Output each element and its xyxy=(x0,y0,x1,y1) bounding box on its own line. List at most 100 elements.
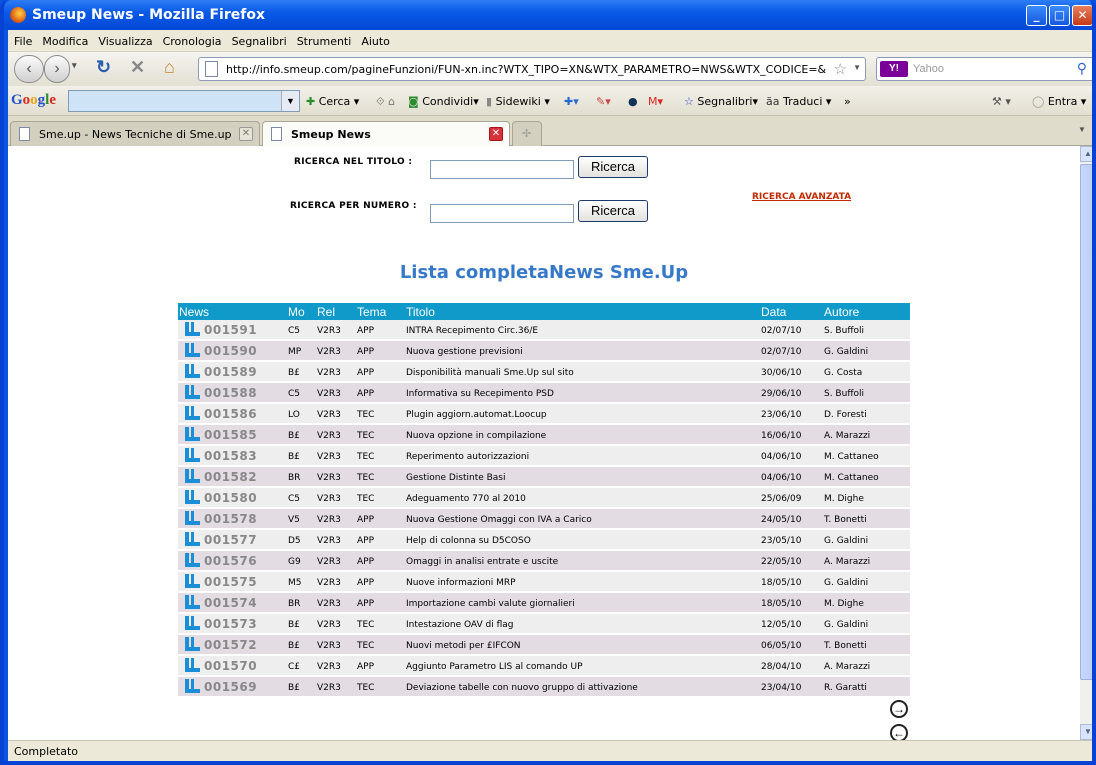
bookmark-star-icon[interactable]: ☆ xyxy=(834,60,847,78)
table-row[interactable]: 001570 C£ V2R3 APP Aggiunto Parametro LIS al… xyxy=(178,656,910,677)
news-icon[interactable] xyxy=(185,595,200,609)
plus-icon[interactable]: ✚▾ xyxy=(564,95,579,108)
vertical-scrollbar[interactable]: ▲ ▼ xyxy=(1080,146,1092,740)
news-number[interactable]: 001589 xyxy=(204,365,257,379)
table-row[interactable]: 001575 M5 V2R3 APP Nuove informazioni MRP 18/… xyxy=(178,572,910,593)
news-number[interactable]: 001582 xyxy=(204,470,257,484)
pagerank-icon[interactable]: ⟐ ⌂ xyxy=(376,95,395,109)
table-row[interactable]: 001591 C5 V2R3 APP INTRA Recepimento Circ.36… xyxy=(178,320,910,341)
address-url[interactable]: http://info.smeup.com/pagineFunzioni/FUN… xyxy=(226,63,826,76)
news-number[interactable]: 001578 xyxy=(204,512,257,526)
news-icon[interactable] xyxy=(185,616,200,630)
table-row[interactable]: 001572 B£ V2R3 TEC Nuovi metodi per £IFCON 06… xyxy=(178,635,910,656)
google-search-input[interactable]: ▼ xyxy=(68,90,300,112)
table-row[interactable]: 001580 C5 V2R3 TEC Adeguamento 770 al 2010 25… xyxy=(178,488,910,509)
tab-smeup-news[interactable]: Smeup News ✕ xyxy=(262,121,510,147)
search-placeholder[interactable]: Yahoo xyxy=(913,63,944,75)
menu-aiuto[interactable]: Aiuto xyxy=(361,35,390,48)
menu-visualizza[interactable]: Visualizza xyxy=(98,35,152,48)
table-row[interactable]: 001583 B£ V2R3 TEC Reperimento autorizzazion… xyxy=(178,446,910,467)
news-icon[interactable] xyxy=(185,364,200,378)
menu-modifica[interactable]: Modifica xyxy=(42,35,88,48)
news-icon[interactable] xyxy=(185,448,200,462)
google-entra[interactable]: ◯ Entra ▾ xyxy=(1032,95,1086,108)
news-number[interactable]: 001569 xyxy=(204,680,257,694)
news-number[interactable]: 001576 xyxy=(204,554,257,568)
google-cerca[interactable]: ✚ Cerca ▾ xyxy=(306,95,359,108)
google-traduci[interactable]: ãa Traduci ▾ xyxy=(766,95,831,108)
stop-icon[interactable]: ✕ xyxy=(130,57,145,78)
prev-page-icon[interactable]: ← xyxy=(890,724,908,740)
back-button[interactable]: ‹ xyxy=(14,55,44,83)
chevron-down-icon[interactable]: ▼ xyxy=(281,91,299,111)
maximize-button[interactable]: □ xyxy=(1049,5,1070,26)
minimize-button[interactable]: _ xyxy=(1026,5,1047,26)
table-row[interactable]: 001573 B£ V2R3 TEC Intestazione OAV di flag 1… xyxy=(178,614,910,635)
news-icon[interactable] xyxy=(185,343,200,357)
table-row[interactable]: 001586 LO V2R3 TEC Plugin aggiorn.automat.Lo… xyxy=(178,404,910,425)
search-icon[interactable]: ⚲ xyxy=(1077,60,1087,77)
news-number[interactable]: 001572 xyxy=(204,638,257,652)
number-search-button[interactable]: Ricerca xyxy=(578,200,648,222)
news-icon[interactable] xyxy=(185,490,200,504)
search-bar[interactable]: Y! Yahoo ⚲ xyxy=(876,57,1092,81)
close-button[interactable]: ✕ xyxy=(1072,5,1092,26)
news-icon[interactable] xyxy=(185,637,200,651)
advanced-search-link[interactable]: RICERCA AVANZATA xyxy=(752,192,851,202)
new-tab-button[interactable]: ✢ xyxy=(512,121,542,146)
reload-icon[interactable]: ↻ xyxy=(96,57,111,78)
news-number[interactable]: 001575 xyxy=(204,575,257,589)
menu-strumenti[interactable]: Strumenti xyxy=(297,35,352,48)
news-number[interactable]: 001574 xyxy=(204,596,257,610)
google-segnalibri[interactable]: ☆ Segnalibri▾ xyxy=(684,95,758,108)
news-icon[interactable] xyxy=(185,427,200,441)
wrench-icon[interactable]: ⚒ ▾ xyxy=(992,95,1011,108)
news-icon[interactable] xyxy=(185,322,200,336)
toolbar-overflow[interactable]: » xyxy=(844,95,851,108)
table-row[interactable]: 001588 C5 V2R3 APP Informativa su Recepiment… xyxy=(178,383,910,404)
scroll-down-icon[interactable]: ▼ xyxy=(1080,724,1092,740)
news-number[interactable]: 001590 xyxy=(204,344,257,358)
table-row[interactable]: 001576 G9 V2R3 APP Omaggi in analisi entrate… xyxy=(178,551,910,572)
news-number[interactable]: 001580 xyxy=(204,491,257,505)
table-row[interactable]: 001578 V5 V2R3 APP Nuova Gestione Omaggi con… xyxy=(178,509,910,530)
news-icon[interactable] xyxy=(185,406,200,420)
menu-segnalibri[interactable]: Segnalibri xyxy=(232,35,287,48)
news-icon[interactable] xyxy=(185,511,200,525)
table-row[interactable]: 001569 B£ V2R3 TEC Deviazione tabelle con nu… xyxy=(178,677,910,698)
next-page-icon[interactable]: → xyxy=(890,700,908,718)
news-icon[interactable] xyxy=(185,385,200,399)
history-dropdown-icon[interactable]: ▾ xyxy=(72,60,77,71)
news-number[interactable]: 001573 xyxy=(204,617,257,631)
number-search-input[interactable] xyxy=(430,204,574,223)
forward-button[interactable]: › xyxy=(44,55,70,83)
menu-file[interactable]: File xyxy=(14,35,32,48)
google-sidewiki[interactable]: ▮ Sidewiki ▾ xyxy=(486,95,550,108)
tab-list-dropdown-icon[interactable]: ▼ xyxy=(1078,125,1086,134)
news-number[interactable]: 001586 xyxy=(204,407,257,421)
news-number[interactable]: 001570 xyxy=(204,659,257,673)
menu-cronologia[interactable]: Cronologia xyxy=(163,35,222,48)
news-icon[interactable] xyxy=(185,532,200,546)
table-row[interactable]: 001589 B£ V2R3 APP Disponibilità manuali Sme… xyxy=(178,362,910,383)
news-number[interactable]: 001583 xyxy=(204,449,257,463)
scroll-up-icon[interactable]: ▲ xyxy=(1080,146,1092,162)
news-icon[interactable] xyxy=(185,469,200,483)
close-tab-icon[interactable]: ✕ xyxy=(489,127,503,141)
table-row[interactable]: 001585 B£ V2R3 TEC Nuova opzione in compilaz… xyxy=(178,425,910,446)
table-row[interactable]: 001582 BR V2R3 TEC Gestione Distinte Basi 04/… xyxy=(178,467,910,488)
news-icon[interactable] xyxy=(185,553,200,567)
news-icon[interactable] xyxy=(185,658,200,672)
news-number[interactable]: 001591 xyxy=(204,323,257,337)
table-row[interactable]: 001590 MP V2R3 APP Nuova gestione previsioni… xyxy=(178,341,910,362)
news-number[interactable]: 001585 xyxy=(204,428,257,442)
translate-tools-icon[interactable]: ✎▾ xyxy=(596,95,611,108)
table-row[interactable]: 001577 D5 V2R3 APP Help di colonna su D5COSO… xyxy=(178,530,910,551)
tab-smeup-news-tecniche[interactable]: Sme.up - News Tecniche di Sme.up ✕ xyxy=(10,121,260,146)
home-icon[interactable]: ⌂ xyxy=(164,57,175,78)
scroll-thumb[interactable] xyxy=(1080,164,1092,680)
title-search-input[interactable] xyxy=(430,160,574,179)
url-dropdown-icon[interactable]: ▼ xyxy=(853,63,861,72)
table-row[interactable]: 001574 BR V2R3 APP Importazione cambi valute… xyxy=(178,593,910,614)
close-tab-icon[interactable]: ✕ xyxy=(239,127,253,141)
